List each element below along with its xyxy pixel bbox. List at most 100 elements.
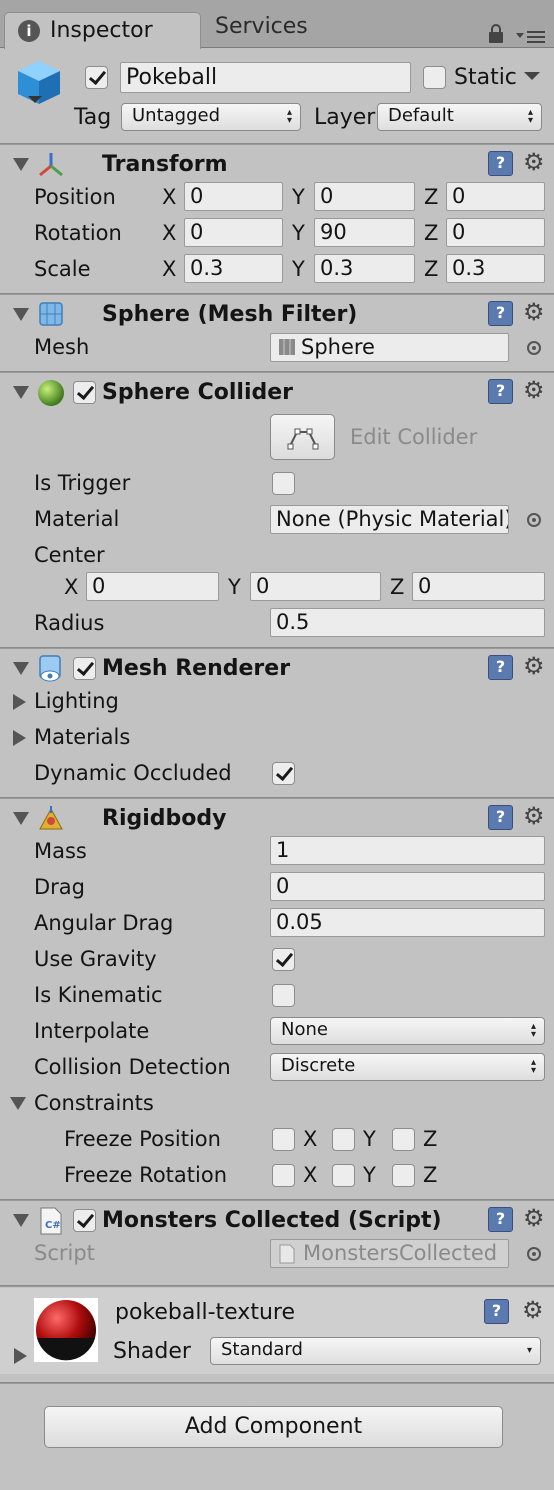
mesh-object-picker-icon[interactable] (527, 341, 541, 355)
position-z-input[interactable]: 0 (446, 182, 545, 211)
freeze-position-label: Freeze Position (64, 1127, 221, 1151)
interpolate-dropdown[interactable]: None ▴ ▾ (270, 1017, 545, 1045)
freeze-rotation-z-checkbox[interactable] (392, 1164, 415, 1187)
freeze-position-z-label: Z (423, 1127, 438, 1151)
shader-dropdown[interactable]: Standard ▾ (210, 1337, 541, 1365)
script-object-picker-icon[interactable] (527, 1247, 541, 1261)
mesh-filter-icon (39, 302, 63, 326)
center-y-input[interactable]: 0 (250, 572, 381, 601)
rigidbody-gear-icon[interactable]: ⚙ (523, 804, 545, 828)
mesh-filter-help-icon[interactable]: ? (488, 301, 513, 326)
freeze-position-x-checkbox[interactable] (272, 1128, 295, 1151)
mesh-filter-foldout-icon[interactable] (13, 308, 29, 321)
freeze-position-z-checkbox[interactable] (392, 1128, 415, 1151)
material-gear-icon[interactable]: ⚙ (522, 1298, 544, 1322)
layer-label: Layer (314, 105, 376, 130)
script-foldout-icon[interactable] (13, 1214, 29, 1227)
script-title: Monsters Collected (Script) (102, 1208, 442, 1233)
use-gravity-label: Use Gravity (34, 947, 157, 971)
separator (0, 797, 554, 799)
rotation-y-input[interactable]: 90 (314, 218, 415, 247)
rotation-z-input[interactable]: 0 (446, 218, 545, 247)
rigidbody-title: Rigidbody (102, 806, 227, 831)
rotation-label: Rotation (34, 221, 122, 245)
mesh-renderer-help-icon[interactable]: ? (488, 655, 513, 680)
sphere-collider-title: Sphere Collider (102, 380, 294, 405)
constraints-label[interactable]: Constraints (34, 1093, 154, 1114)
freeze-position-y-checkbox[interactable] (332, 1128, 355, 1151)
script-file-icon (279, 1244, 295, 1264)
transform-gear-icon[interactable]: ⚙ (523, 150, 545, 174)
center-z-input[interactable]: 0 (412, 572, 545, 601)
lock-icon[interactable] (487, 24, 505, 44)
mesh-field[interactable]: Sphere (270, 333, 509, 362)
dynamic-occluded-checkbox[interactable] (272, 762, 295, 785)
script-enabled-checkbox[interactable] (73, 1209, 96, 1232)
materials-foldout-icon[interactable] (13, 730, 26, 746)
mesh-renderer-gear-icon[interactable]: ⚙ (523, 654, 545, 678)
material-object-picker-icon[interactable] (527, 513, 541, 527)
mesh-filter-title: Sphere (Mesh Filter) (102, 302, 358, 327)
mesh-label: Mesh (34, 335, 90, 359)
tag-dropdown[interactable]: Untagged ▴ ▾ (121, 103, 301, 131)
sphere-collider-icon (38, 380, 64, 406)
script-value: MonstersCollected (303, 1241, 498, 1265)
menu-icon[interactable] (514, 30, 546, 44)
materials-label[interactable]: Materials (34, 727, 130, 748)
active-checkbox[interactable] (85, 66, 108, 89)
mesh-filter-gear-icon[interactable]: ⚙ (523, 300, 545, 324)
object-name-input[interactable]: Pokeball (120, 62, 411, 93)
angular-drag-input[interactable]: 0.05 (270, 908, 545, 937)
center-x-input[interactable]: 0 (86, 572, 219, 601)
position-x-input[interactable]: 0 (184, 182, 283, 211)
position-y-input[interactable]: 0 (314, 182, 415, 211)
sphere-collider-help-icon[interactable]: ? (488, 379, 513, 404)
layer-dropdown[interactable]: Default ▴ ▾ (377, 103, 542, 131)
separator (0, 647, 554, 649)
rotation-x-input[interactable]: 0 (184, 218, 283, 247)
tab-services[interactable]: Services (215, 16, 308, 38)
constraints-foldout-icon[interactable] (10, 1097, 26, 1110)
collision-detection-dropdown[interactable]: Discrete ▴ ▾ (270, 1053, 545, 1081)
sphere-collider-enabled-checkbox[interactable] (73, 381, 96, 404)
scale-y-input[interactable]: 0.3 (314, 254, 415, 283)
csharp-script-icon: C# (40, 1207, 62, 1235)
script-help-icon[interactable]: ? (488, 1207, 513, 1232)
transform-help-icon[interactable]: ? (488, 151, 513, 176)
script-gear-icon[interactable]: ⚙ (523, 1206, 545, 1230)
rigidbody-icon (39, 806, 63, 830)
freeze-rotation-y-checkbox[interactable] (332, 1164, 355, 1187)
rotation-y-label: Y (292, 221, 305, 245)
freeze-rotation-x-checkbox[interactable] (272, 1164, 295, 1187)
lighting-foldout-icon[interactable] (13, 694, 26, 710)
is-trigger-checkbox[interactable] (272, 472, 295, 495)
script-field[interactable]: MonstersCollected (270, 1239, 509, 1268)
static-checkbox[interactable] (423, 66, 446, 89)
mass-label: Mass (34, 839, 87, 863)
material-field[interactable]: None (Physic Material) (270, 505, 509, 534)
scale-x-input[interactable]: 0.3 (184, 254, 283, 283)
mesh-renderer-foldout-icon[interactable] (13, 662, 29, 675)
transform-foldout-icon[interactable] (13, 158, 29, 171)
rigidbody-help-icon[interactable]: ? (488, 805, 513, 830)
material-foldout-icon[interactable] (14, 1348, 27, 1364)
position-label: Position (34, 185, 116, 209)
sphere-collider-gear-icon[interactable]: ⚙ (523, 378, 545, 402)
mass-input[interactable]: 1 (270, 836, 545, 865)
position-x-label: X (162, 185, 177, 209)
use-gravity-checkbox[interactable] (272, 948, 295, 971)
static-dropdown-icon[interactable] (523, 71, 541, 81)
radius-input[interactable]: 0.5 (270, 608, 545, 637)
lighting-label[interactable]: Lighting (34, 691, 119, 712)
freeze-rotation-x-label: X (303, 1163, 318, 1187)
scale-z-input[interactable]: 0.3 (446, 254, 545, 283)
drag-input[interactable]: 0 (270, 872, 545, 901)
material-preview (34, 1298, 98, 1362)
is-kinematic-checkbox[interactable] (272, 984, 295, 1007)
material-help-icon[interactable]: ? (484, 1299, 509, 1324)
collision-detection-value: Discrete (281, 1055, 356, 1076)
mesh-value: Sphere (301, 335, 375, 359)
sphere-collider-foldout-icon[interactable] (13, 386, 29, 399)
mesh-renderer-enabled-checkbox[interactable] (73, 657, 96, 680)
rigidbody-foldout-icon[interactable] (13, 812, 29, 825)
